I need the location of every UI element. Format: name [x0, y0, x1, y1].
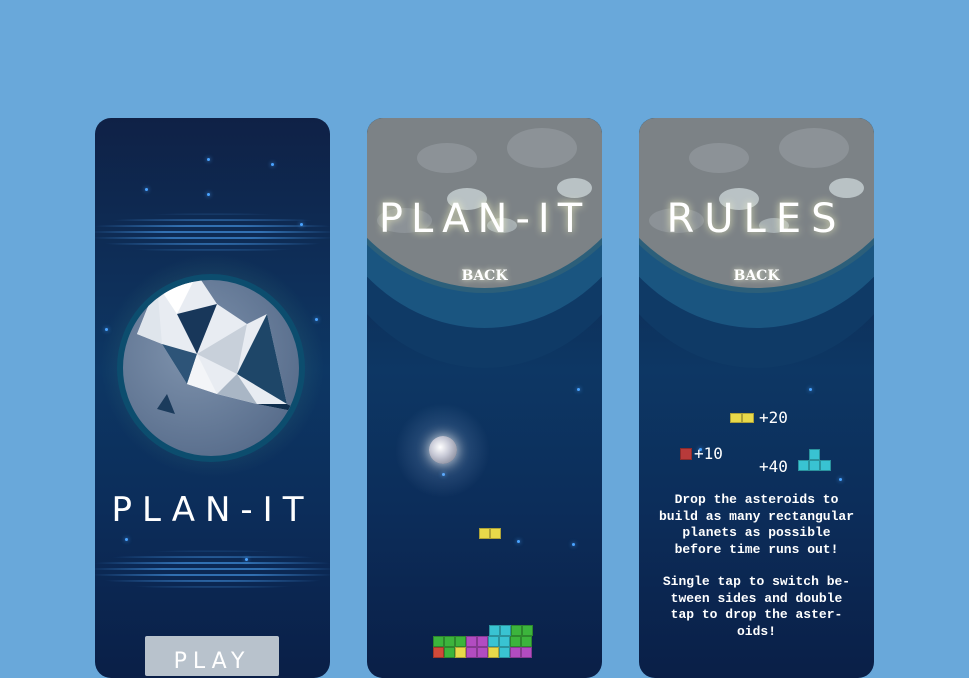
- home-screen: PLAN-IT PLAY: [95, 118, 330, 678]
- app-title: PLAN-IT: [111, 490, 314, 530]
- back-button[interactable]: BACK: [367, 268, 602, 284]
- planet-logo: [117, 274, 305, 462]
- back-button[interactable]: BACK: [639, 268, 874, 284]
- rules-paragraph-1: Drop the asteroids to build as many rect…: [658, 492, 855, 557]
- play-button[interactable]: PLAY: [145, 636, 279, 676]
- score-red: +10: [694, 444, 723, 463]
- screen-title: RULES: [666, 196, 847, 242]
- score-red-block: [680, 448, 692, 460]
- score-yellow: +20: [759, 408, 788, 427]
- glow-lines-top: [95, 213, 330, 253]
- asteroid-orb: [429, 436, 457, 464]
- score-cyan: +40: [759, 457, 788, 476]
- screen-title: PLAN-IT: [378, 196, 591, 242]
- rules-paragraph-2: Single tap to switch be- tween sides and…: [662, 574, 851, 639]
- glow-lines-bottom: [95, 550, 330, 590]
- rules-screen: RULES BACK +20 +10 +40 Drop the asteroid…: [639, 118, 874, 678]
- game-screen: PLAN-IT BACK: [367, 118, 602, 678]
